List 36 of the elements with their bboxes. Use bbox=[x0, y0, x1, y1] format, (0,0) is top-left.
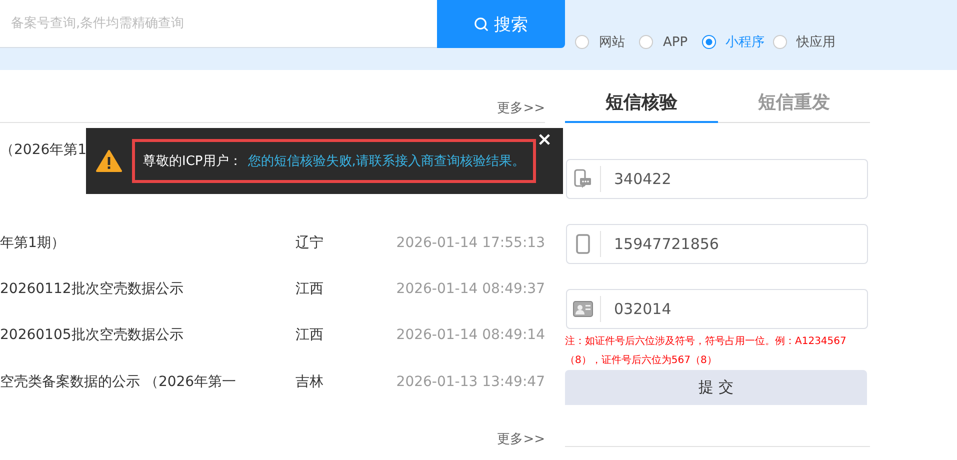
close-icon[interactable] bbox=[538, 133, 551, 146]
radio-button[interactable] bbox=[772, 35, 787, 49]
message-text: 您的短信核验失败,请联系接入商查询核验结果。 bbox=[248, 153, 525, 170]
input-field[interactable]: 15947721856 bbox=[566, 224, 868, 264]
notice-title-link[interactable]: 20260105批次空壳数据公示 bbox=[0, 326, 296, 344]
time-text: 2026-01-14 08:49:14 bbox=[396, 327, 545, 344]
radio-label[interactable]: 快应用 bbox=[796, 33, 836, 51]
more-link[interactable]: 更多>> bbox=[497, 99, 545, 117]
time-text: 2026-01-14 08:49:37 bbox=[396, 281, 545, 298]
notice-title-link[interactable]: 20260112批次空壳数据公示 bbox=[0, 280, 296, 298]
id-card-icon bbox=[573, 301, 593, 317]
radio-button[interactable] bbox=[575, 35, 589, 49]
warning-icon bbox=[96, 150, 122, 172]
time-text: 2026-01-14 17:55:13 bbox=[396, 234, 545, 251]
province-text: 江西 bbox=[295, 280, 324, 298]
search-icon bbox=[474, 16, 489, 32]
radio-label[interactable]: APP bbox=[663, 34, 688, 50]
input-field[interactable]: 032014 bbox=[566, 289, 868, 329]
province-text: 吉林 bbox=[295, 372, 324, 391]
province-text: 辽宁 bbox=[295, 234, 324, 252]
note-text: 注：如证件号后六位涉及符号，符号占用一位。例：A1234567（8），证件号后六位为567（8） bbox=[565, 334, 848, 368]
tab[interactable]: 短信核验 bbox=[565, 90, 718, 123]
mobile-phone-icon bbox=[576, 234, 590, 254]
phone-message-icon bbox=[574, 169, 592, 189]
time-text: 2026-01-13 13:49:47 bbox=[396, 374, 545, 390]
notice-title-link[interactable]: 空壳类备案数据的公示 （2026年第一 bbox=[0, 372, 296, 391]
province-text: 江西 bbox=[295, 326, 324, 344]
radio-label[interactable]: 网站 bbox=[599, 33, 625, 51]
greeting-text: 尊敬的ICP用户： bbox=[143, 153, 242, 170]
submit-button[interactable]: 提 交 bbox=[565, 370, 867, 405]
search-field[interactable]: 备案号查询,条件均需精确查询 bbox=[0, 0, 437, 48]
input-field[interactable]: 340422 bbox=[566, 159, 868, 199]
more-link[interactable]: 更多>> bbox=[497, 430, 545, 448]
radio-button[interactable] bbox=[639, 35, 653, 49]
notice-title-link[interactable]: 年第1期） bbox=[0, 234, 296, 252]
radio-button[interactable] bbox=[702, 35, 716, 49]
